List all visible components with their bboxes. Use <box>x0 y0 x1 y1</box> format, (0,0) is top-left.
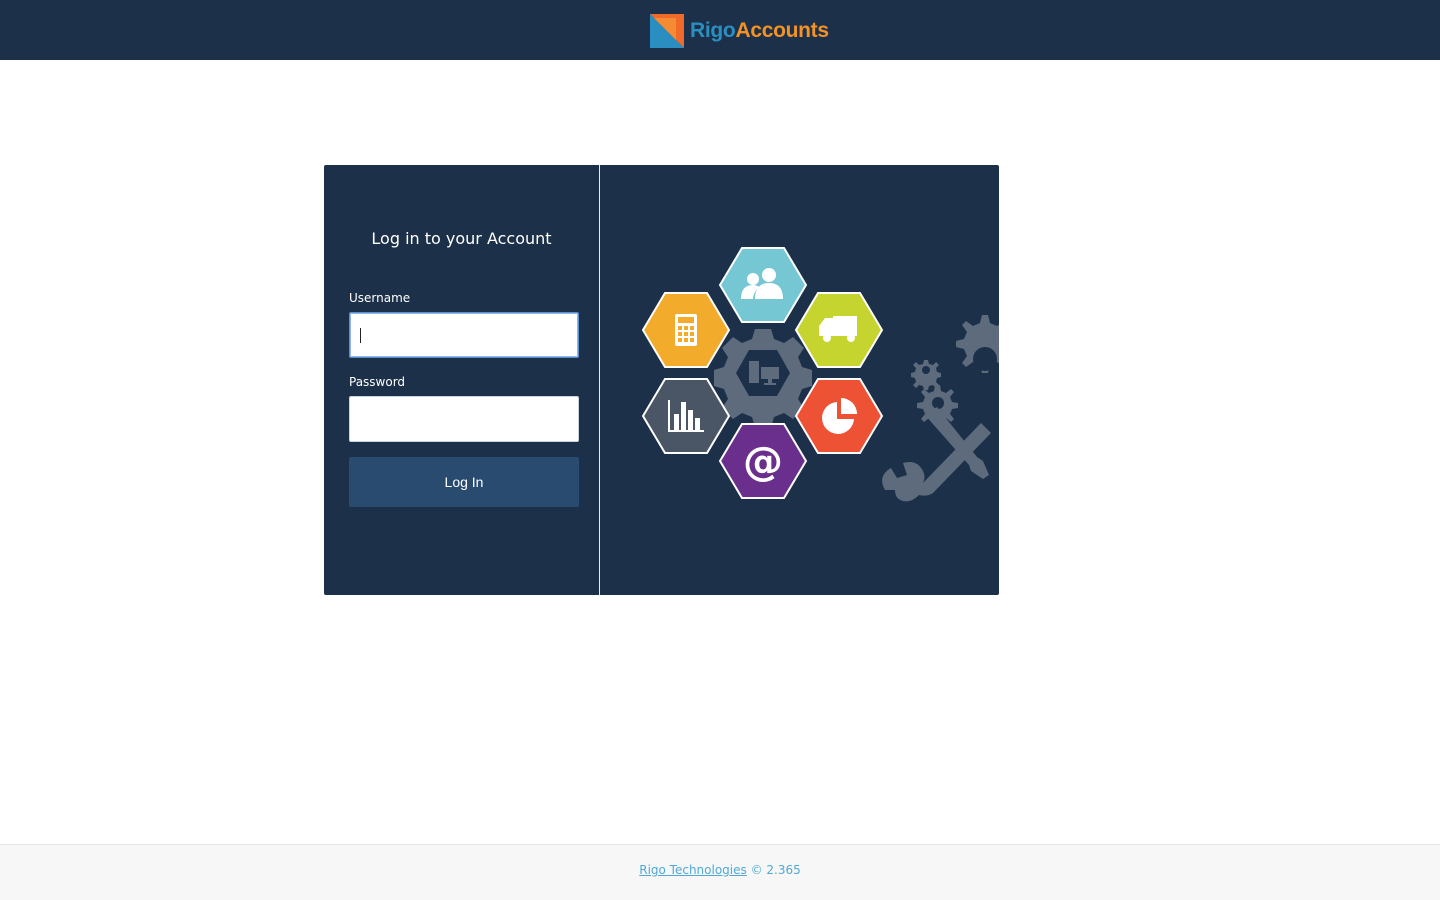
hex-calculator <box>641 292 731 368</box>
illustration-panel: @ <box>600 165 999 595</box>
text-caret <box>360 328 361 343</box>
username-label: Username <box>349 291 411 305</box>
login-button[interactable]: Log In <box>349 457 579 507</box>
calculator-icon <box>675 314 697 346</box>
login-title: Log in to your Account <box>371 229 552 248</box>
hex-users <box>718 247 808 323</box>
footer-text: Rigo Technologies © 2.365 <box>0 863 1440 877</box>
password-input[interactable] <box>349 396 579 442</box>
top-navbar: RigoAccounts <box>0 0 1440 60</box>
hex-bar-chart <box>641 378 731 454</box>
logo-mark-icon <box>650 14 684 48</box>
hex-email: @ <box>718 423 808 499</box>
footer: Rigo Technologies © 2.365 <box>0 844 1440 900</box>
hex-pie-chart <box>794 378 884 454</box>
rigo-accounts-logo[interactable]: RigoAccounts <box>650 14 829 48</box>
password-label: Password <box>349 375 406 389</box>
wrench-screwdriver-icon <box>882 407 991 502</box>
logo-wordmark: RigoAccounts <box>690 19 829 42</box>
email-at-icon: @ <box>743 439 783 485</box>
hex-truck <box>794 292 884 368</box>
login-card: Log in to your Account Username Password… <box>324 165 999 595</box>
company-link[interactable]: Rigo Technologies <box>639 863 747 877</box>
gears-icon <box>911 315 999 426</box>
module-hexagons-illustration: @ <box>641 247 999 502</box>
version-text: © 2.365 <box>750 863 801 877</box>
username-input[interactable] <box>349 312 579 358</box>
